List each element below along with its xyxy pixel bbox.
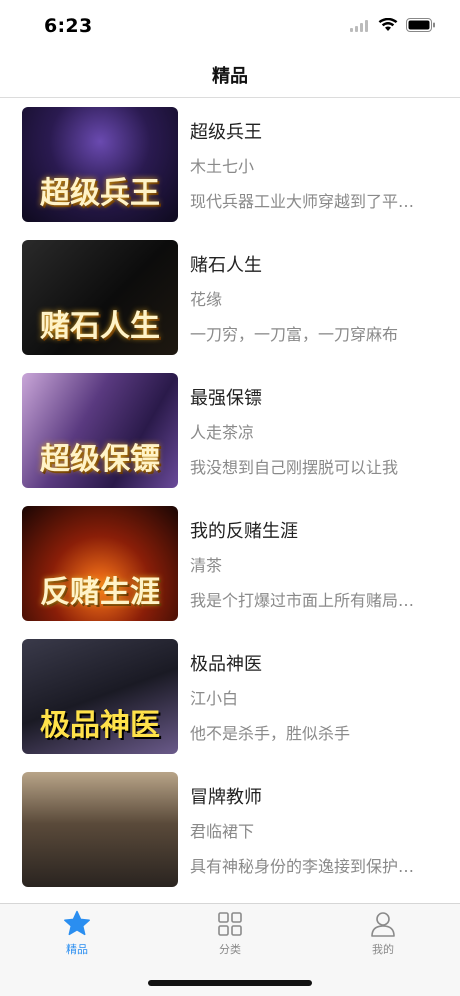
book-cover-title: 超级兵王 [40,176,160,211]
book-description: 我没想到自己刚摆脱可以让我 [190,458,399,477]
tab-featured[interactable]: 精品 [37,909,117,957]
cellular-signal-icon [350,17,370,36]
book-title: 极品神医 [190,654,262,675]
book-description: 一刀穷，一刀富，一刀穿麻布 [190,325,399,344]
book-author: 花缘 [190,290,223,309]
book-list-item[interactable]: 超级保镖 最强保镖 人走茶凉 我没想到自己刚摆脱可以让我 [0,364,460,497]
battery-icon [406,17,436,36]
home-indicator[interactable] [148,980,312,986]
book-cover: 赌石人生 [22,240,178,355]
tab-label: 精品 [66,943,88,956]
nav-bar: 精品 [0,52,460,98]
book-description: 现代兵器工业大师穿越到了平行世界 [190,192,418,211]
star-icon [37,909,117,939]
book-cover: 反赌生涯 [22,506,178,621]
book-cover-title: 超级保镖 [40,442,160,477]
tab-label: 分类 [219,943,241,956]
tab-profile[interactable]: 我的 [343,909,423,957]
book-cover-title: 极品神医 [40,708,160,743]
book-author: 君临裙下 [190,822,255,841]
book-description: 我是个打爆过市面上所有赌局的人 [190,591,418,610]
book-list-item[interactable]: 赌石人生 赌石人生 花缘 一刀穷，一刀富，一刀穿麻布 [0,231,460,364]
user-icon [343,909,423,939]
status-bar: 6:23 [0,0,460,52]
book-cover [22,772,178,887]
book-list-item[interactable]: 极品神医 极品神医 江小白 他不是杀手，胜似杀手 [0,630,460,763]
book-cover: 极品神医 [22,639,178,754]
book-list-item[interactable]: 冒牌教师 君临裙下 具有神秘身份的李逸接到保护任务 [0,763,460,896]
book-author: 木土七小 [190,157,255,176]
page-title: 精品 [212,65,248,87]
book-author: 清茶 [190,556,223,575]
status-icons [350,17,436,36]
book-title: 赌石人生 [190,255,262,276]
tab-categories[interactable]: 分类 [190,909,270,957]
book-title: 冒牌教师 [190,787,262,808]
book-list[interactable]: 超级兵王 超级兵王 木土七小 现代兵器工业大师穿越到了平行世界 赌石人生 赌石人… [0,98,460,903]
status-time: 6:23 [44,15,93,37]
wifi-icon [378,17,398,36]
grid-icon [190,909,270,939]
book-cover: 超级保镖 [22,373,178,488]
book-description: 他不是杀手，胜似杀手 [190,724,351,743]
book-cover-title: 反赌生涯 [40,575,160,610]
book-description: 具有神秘身份的李逸接到保护任务 [190,857,418,876]
tab-label: 我的 [372,943,394,956]
book-title: 最强保镖 [190,388,262,409]
book-cover: 超级兵王 [22,107,178,222]
book-title: 超级兵王 [190,122,262,143]
book-title: 我的反赌生涯 [190,521,298,542]
book-author: 人走茶凉 [190,423,255,442]
book-cover-title: 赌石人生 [40,309,160,344]
book-list-item[interactable]: 反赌生涯 我的反赌生涯 清茶 我是个打爆过市面上所有赌局的人 [0,497,460,630]
book-list-item[interactable]: 超级兵王 超级兵王 木土七小 现代兵器工业大师穿越到了平行世界 [0,98,460,231]
book-author: 江小白 [190,689,239,708]
